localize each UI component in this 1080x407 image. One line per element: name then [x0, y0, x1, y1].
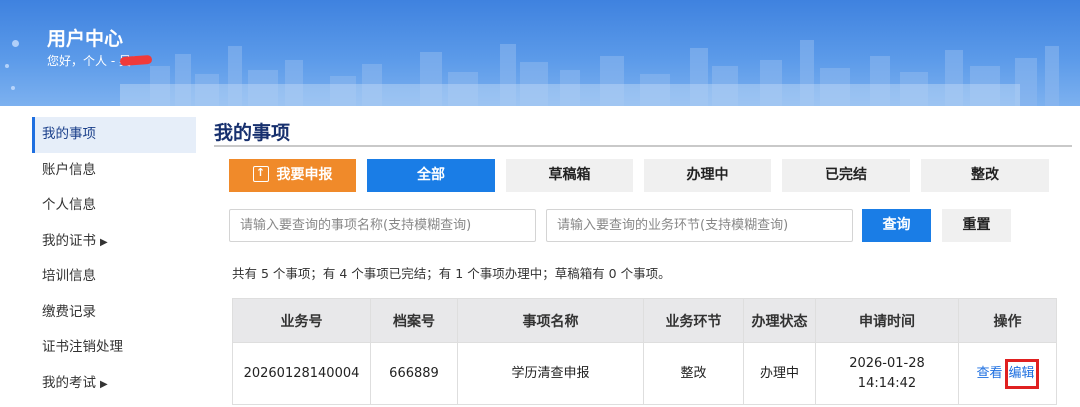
apply-clock-time: 14:14:42 — [857, 375, 917, 391]
tab-report-button[interactable]: ↑ 我要申报 — [229, 159, 356, 192]
sidebar-item-label: 缴费记录 — [42, 303, 96, 320]
cell-actions: 查看 编辑 — [958, 342, 1057, 405]
sidebar-item-label: 我的考试 — [42, 374, 96, 391]
reset-button[interactable]: 重置 — [942, 209, 1011, 242]
apply-date: 2026-01-28 — [849, 355, 925, 371]
sidebar-nav: 我的事项 账户信息 个人信息 我的证书 ▶ 培训信息 缴费记录 证书注销处理 我的… — [32, 117, 196, 401]
tab-completed[interactable]: 已完结 — [782, 159, 910, 192]
column-header-archive-no: 档案号 — [370, 298, 458, 343]
sidebar-item-label: 我的证书 — [42, 232, 96, 249]
sidebar-item-my-matters[interactable]: 我的事项 — [32, 117, 196, 153]
table-row: 20260128140004 666889 学历清查申报 整改 办理中 2026… — [232, 342, 1057, 405]
sidebar-item-my-certificates[interactable]: 我的证书 ▶ — [32, 224, 196, 260]
tab-label: 办理中 — [686, 167, 729, 183]
tab-label: 我要申报 — [276, 167, 333, 183]
tab-label: 全部 — [417, 167, 445, 183]
decor-dot — [12, 40, 19, 47]
sidebar-item-label: 账户信息 — [42, 161, 96, 178]
cell-status: 办理中 — [743, 342, 816, 405]
business-stage-search-input[interactable] — [546, 209, 853, 242]
header-banner: 用户中心 您好，个人 - 吴* — [0, 0, 1080, 106]
column-header-status: 办理状态 — [743, 298, 816, 343]
matters-table: 业务号 档案号 事项名称 业务环节 办理状态 申请时间 操作 202601281… — [232, 298, 1057, 405]
sidebar-item-personal-info[interactable]: 个人信息 — [32, 188, 196, 224]
column-header-actions: 操作 — [958, 298, 1057, 343]
city-skyline-decoration — [120, 40, 1059, 106]
title-divider — [214, 145, 1072, 147]
decor-dot — [5, 64, 9, 68]
upload-icon: ↑ — [252, 165, 269, 182]
tab-drafts[interactable]: 草稿箱 — [506, 159, 633, 192]
sidebar-item-certificate-cancellation[interactable]: 证书注销处理 — [32, 330, 196, 366]
column-header-business-stage: 业务环节 — [643, 298, 744, 343]
column-header-matter-name: 事项名称 — [457, 298, 644, 343]
sidebar-item-label: 个人信息 — [42, 197, 96, 213]
cell-matter-name: 学历清查申报 — [457, 342, 644, 405]
sidebar-item-label: 培训信息 — [42, 268, 96, 284]
tab-rectification[interactable]: 整改 — [921, 159, 1049, 192]
tab-all[interactable]: 全部 — [367, 159, 495, 192]
sidebar-item-label: 证书注销处理 — [42, 339, 123, 355]
cell-business-no: 20260128140004 — [232, 342, 371, 405]
sidebar-item-label: 我的事项 — [42, 126, 96, 142]
query-button[interactable]: 查询 — [862, 209, 931, 242]
caret-right-icon: ▶ — [100, 378, 108, 390]
cell-apply-time: 2026-01-28 14:14:42 — [815, 342, 959, 405]
page-title: 我的事项 — [214, 122, 291, 144]
tab-label: 草稿箱 — [548, 167, 591, 183]
sidebar-item-training-info[interactable]: 培训信息 — [32, 259, 196, 295]
matter-name-search-input[interactable] — [229, 209, 536, 242]
column-header-business-no: 业务号 — [232, 298, 371, 343]
tab-label: 已完结 — [825, 167, 867, 183]
sidebar-item-payment-records[interactable]: 缴费记录 — [32, 295, 196, 331]
column-header-apply-time: 申请时间 — [815, 298, 959, 343]
view-link[interactable]: 查看 — [976, 366, 1002, 381]
tab-in-progress[interactable]: 办理中 — [644, 159, 771, 192]
edit-link[interactable]: 编辑 — [1009, 366, 1035, 381]
cell-archive-no: 666889 — [370, 342, 458, 405]
edit-highlight: 编辑 — [1004, 358, 1039, 389]
sidebar-item-account-info[interactable]: 账户信息 — [32, 153, 196, 189]
user-center-title: 用户中心 — [47, 28, 124, 50]
sidebar-item-my-exams[interactable]: 我的考试 ▶ — [32, 366, 196, 402]
decor-dot — [11, 86, 15, 90]
matters-summary-text: 共有 5 个事项；有 4 个事项已完结；有 1 个事项办理中；草稿箱有 0 个事… — [232, 266, 671, 281]
caret-right-icon: ▶ — [100, 236, 108, 248]
table-header-row: 业务号 档案号 事项名称 业务环节 办理状态 申请时间 操作 — [232, 298, 1057, 343]
tab-label: 整改 — [971, 167, 999, 183]
cell-business-stage: 整改 — [643, 342, 744, 405]
